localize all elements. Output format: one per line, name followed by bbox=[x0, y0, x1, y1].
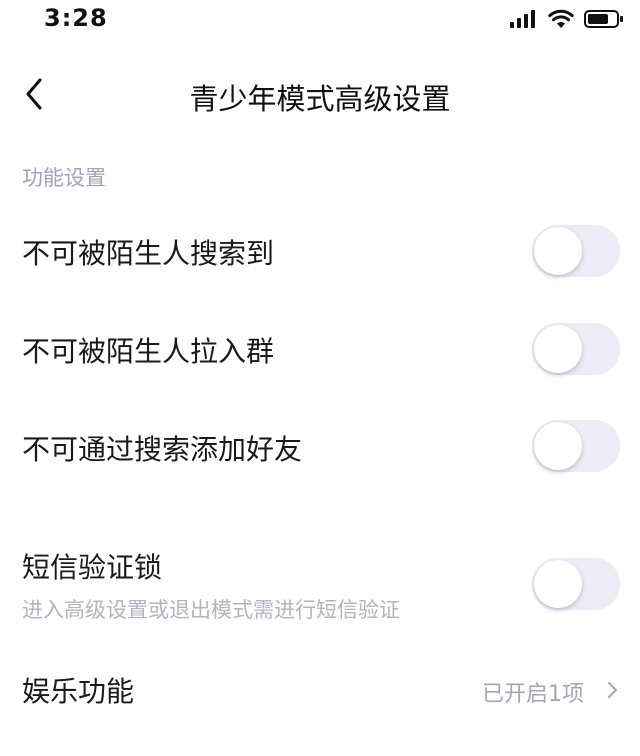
toggle-add-friend-by-search[interactable] bbox=[532, 420, 620, 472]
setting-label: 不可被陌生人搜索到 bbox=[22, 237, 275, 270]
page-title: 青少年模式高级设置 bbox=[189, 82, 451, 116]
setting-label: 不可通过搜索添加好友 bbox=[22, 433, 303, 466]
toggle-knob bbox=[534, 227, 582, 275]
wifi-icon bbox=[548, 9, 574, 28]
toggle-knob bbox=[534, 560, 582, 608]
entertainment-status: 已开启1项 bbox=[482, 682, 584, 707]
signal-icon bbox=[510, 10, 535, 28]
status-bar: 3:28 bbox=[0, 0, 640, 40]
setting-label: 短信验证锁 bbox=[22, 551, 163, 584]
status-icons bbox=[510, 8, 624, 30]
setting-label: 不可被陌生人拉入群 bbox=[22, 335, 275, 368]
toggle-knob bbox=[534, 422, 582, 470]
toggle-pulled-into-group[interactable] bbox=[532, 323, 620, 375]
toggle-sms-lock[interactable] bbox=[532, 558, 620, 610]
status-time: 3:28 bbox=[44, 4, 108, 32]
entertainment-label: 娱乐功能 bbox=[22, 675, 135, 708]
setting-description: 进入高级设置或退出模式需进行短信验证 bbox=[22, 598, 400, 622]
toggle-knob bbox=[534, 325, 582, 373]
chevron-right-icon bbox=[608, 682, 617, 698]
section-header: 功能设置 bbox=[22, 166, 106, 190]
toggle-search-by-stranger[interactable] bbox=[532, 225, 620, 277]
nav-bar: 青少年模式高级设置 bbox=[0, 62, 640, 126]
battery-icon bbox=[584, 10, 623, 28]
